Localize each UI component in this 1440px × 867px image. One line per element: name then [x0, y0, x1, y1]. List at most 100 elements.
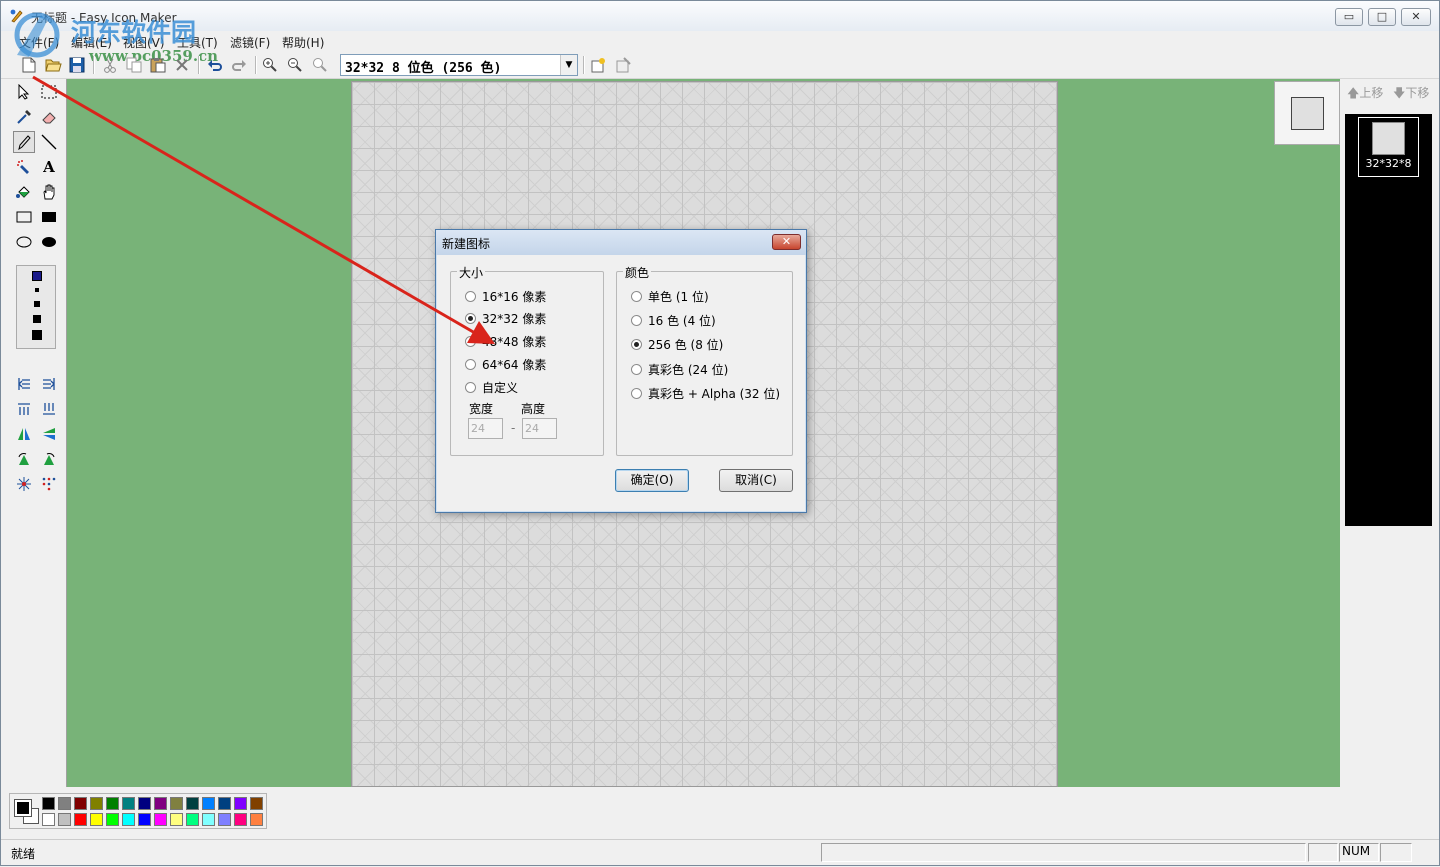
hand-icon[interactable] — [38, 181, 60, 203]
rectangle-filled-icon[interactable] — [38, 206, 60, 228]
menu-file[interactable]: 文件(F) — [19, 34, 59, 51]
move-up-button[interactable]: 🡅上移 — [1347, 84, 1383, 105]
effects-dots-icon[interactable] — [38, 473, 60, 495]
rotate-right-icon[interactable] — [38, 448, 60, 470]
color-16-radio[interactable]: 16 色 (4 位) — [631, 312, 716, 329]
menu-tools[interactable]: 工具(T) — [177, 34, 218, 51]
palette-swatch-bottom-8[interactable] — [154, 813, 167, 826]
paste-icon[interactable] — [148, 55, 168, 75]
rect-select-icon[interactable] — [38, 81, 60, 103]
palette-swatch-bottom-3[interactable] — [74, 813, 87, 826]
palette-swatch-top-9[interactable] — [170, 797, 183, 810]
palette-swatch-top-12[interactable] — [218, 797, 231, 810]
copy-icon[interactable] — [124, 55, 144, 75]
delete-format-icon[interactable] — [613, 55, 633, 75]
palette-swatch-bottom-13[interactable] — [234, 813, 247, 826]
palette-swatch-bottom-12[interactable] — [218, 813, 231, 826]
fill-bucket-icon[interactable] — [13, 181, 35, 203]
shift-left-icon[interactable] — [13, 373, 35, 395]
palette-swatch-bottom-2[interactable] — [58, 813, 71, 826]
palette-swatch-top-5[interactable] — [106, 797, 119, 810]
height-input[interactable]: 24 — [522, 418, 557, 439]
color-truecolor-radio[interactable]: 真彩色 (24 位) — [631, 361, 728, 378]
zoom-in-icon[interactable] — [260, 55, 280, 75]
effects-star-icon[interactable] — [13, 473, 35, 495]
size-16-radio[interactable]: 16*16 像素 — [465, 288, 546, 305]
new-file-icon[interactable] — [19, 55, 39, 75]
menu-edit[interactable]: 编辑(E) — [71, 34, 112, 51]
size-32-radio[interactable]: 32*32 像素 — [465, 310, 546, 327]
line-icon[interactable] — [38, 131, 60, 153]
shift-down-icon[interactable] — [38, 398, 60, 420]
color-mono-radio[interactable]: 单色 (1 位) — [631, 288, 709, 305]
palette-swatch-top-13[interactable] — [234, 797, 247, 810]
chevron-down-icon[interactable]: ▼ — [560, 55, 577, 75]
color-256-radio[interactable]: 256 色 (8 位) — [631, 336, 723, 353]
foreground-color-swatch[interactable] — [14, 799, 32, 817]
format-list-item[interactable]: 32*32*8 — [1358, 117, 1419, 177]
shift-up-icon[interactable] — [13, 398, 35, 420]
menu-view[interactable]: 视图(V) — [123, 34, 165, 51]
brush-size-2[interactable] — [35, 288, 39, 292]
ellipse-outline-icon[interactable] — [13, 231, 35, 253]
redo-icon[interactable] — [229, 55, 249, 75]
brush-size-4[interactable] — [33, 315, 41, 323]
rotate-left-icon[interactable] — [13, 448, 35, 470]
zoom-out-icon[interactable] — [285, 55, 305, 75]
open-folder-icon[interactable] — [43, 55, 63, 75]
width-input[interactable]: 24 — [468, 418, 503, 439]
select-arrow-icon[interactable] — [13, 81, 35, 103]
palette-swatch-bottom-7[interactable] — [138, 813, 151, 826]
shift-right-icon[interactable] — [38, 373, 60, 395]
palette-swatch-bottom-6[interactable] — [122, 813, 135, 826]
palette-swatch-top-3[interactable] — [74, 797, 87, 810]
ok-button[interactable]: 确定(O) — [615, 469, 689, 492]
palette-swatch-top-7[interactable] — [138, 797, 151, 810]
color-alpha-radio[interactable]: 真彩色 + Alpha (32 位) — [631, 385, 780, 402]
flip-vertical-icon[interactable] — [38, 423, 60, 445]
close-button[interactable]: ✕ — [1401, 8, 1431, 26]
spray-icon[interactable] — [13, 156, 35, 178]
eraser-icon[interactable] — [38, 106, 60, 128]
format-combo[interactable]: 32*32 8 位色 (256 色) ▼ — [340, 54, 578, 76]
palette-swatch-bottom-10[interactable] — [186, 813, 199, 826]
palette-swatch-top-10[interactable] — [186, 797, 199, 810]
cut-icon[interactable] — [100, 55, 120, 75]
size-48-radio[interactable]: 48*48 像素 — [465, 333, 546, 350]
palette-swatch-top-4[interactable] — [90, 797, 103, 810]
palette-swatch-bottom-9[interactable] — [170, 813, 183, 826]
brush-size-1[interactable] — [32, 271, 42, 281]
dialog-close-icon[interactable]: ✕ — [772, 234, 801, 250]
palette-swatch-top-8[interactable] — [154, 797, 167, 810]
palette-swatch-bottom-1[interactable] — [42, 813, 55, 826]
palette-swatch-bottom-4[interactable] — [90, 813, 103, 826]
fg-bg-color-indicator[interactable] — [13, 798, 41, 826]
menu-filter[interactable]: 滤镜(F) — [230, 34, 270, 51]
save-icon[interactable] — [67, 55, 87, 75]
ellipse-filled-icon[interactable] — [38, 231, 60, 253]
text-tool-icon[interactable]: A — [38, 156, 60, 178]
minimize-button[interactable]: ▭ — [1335, 8, 1363, 26]
rectangle-outline-icon[interactable] — [13, 206, 35, 228]
palette-swatch-top-11[interactable] — [202, 797, 215, 810]
palette-swatch-top-1[interactable] — [42, 797, 55, 810]
palette-swatch-bottom-11[interactable] — [202, 813, 215, 826]
brush-size-selector[interactable] — [16, 265, 56, 349]
size-64-radio[interactable]: 64*64 像素 — [465, 356, 546, 373]
maximize-button[interactable]: □ — [1368, 8, 1396, 26]
cancel-button[interactable]: 取消(C) — [719, 469, 793, 492]
palette-swatch-bottom-14[interactable] — [250, 813, 263, 826]
flip-horizontal-icon[interactable] — [13, 423, 35, 445]
brush-size-3[interactable] — [34, 301, 40, 307]
move-down-button[interactable]: 🡇下移 — [1393, 84, 1429, 105]
size-custom-radio[interactable]: 自定义 — [465, 379, 518, 396]
undo-icon[interactable] — [205, 55, 225, 75]
menu-help[interactable]: 帮助(H) — [282, 34, 324, 51]
palette-swatch-bottom-5[interactable] — [106, 813, 119, 826]
add-format-icon[interactable] — [588, 55, 608, 75]
palette-swatch-top-2[interactable] — [58, 797, 71, 810]
palette-swatch-top-14[interactable] — [250, 797, 263, 810]
brush-size-5[interactable] — [32, 330, 42, 340]
palette-swatch-top-6[interactable] — [122, 797, 135, 810]
zoom-fit-icon[interactable] — [310, 55, 330, 75]
